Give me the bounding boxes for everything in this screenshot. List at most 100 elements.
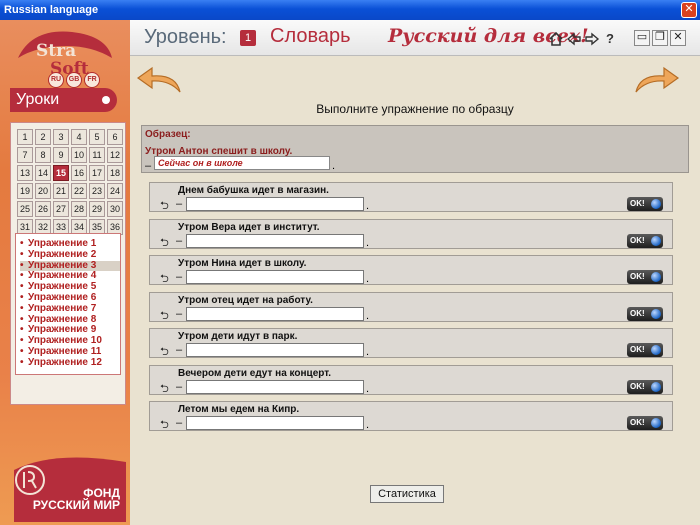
lesson-day-button[interactable]: 16: [71, 165, 87, 181]
lesson-day-button[interactable]: 17: [89, 165, 105, 181]
lesson-day-button[interactable]: 7: [17, 147, 33, 163]
exercise-row: Утром Вера идет в институт. ⮌ –. OK!: [149, 218, 673, 249]
exercise-row: Днем бабушка идет в магазин. ⮌ –. OK!: [149, 182, 673, 212]
ok-button[interactable]: OK!: [627, 379, 663, 394]
answer-input[interactable]: [186, 306, 364, 321]
exercise-row: Летом мы едем на Кипр. ⮌ –. OK!: [149, 401, 673, 431]
lesson-day-button[interactable]: 25: [17, 201, 33, 217]
undo-icon[interactable]: ⮌: [160, 380, 169, 399]
lessons-header[interactable]: Уроки: [10, 88, 117, 112]
lesson-day-button[interactable]: 22: [71, 183, 87, 199]
lang-fr-button[interactable]: FR: [84, 72, 100, 88]
answer-dash: –: [176, 198, 183, 210]
ok-ball-icon: [651, 308, 661, 319]
answer-input[interactable]: [186, 416, 364, 430]
lesson-day-button[interactable]: 21: [53, 183, 69, 199]
lesson-day-button[interactable]: 19: [17, 183, 33, 199]
answer-period: .: [366, 419, 370, 431]
exercise-question: Днем бабушка идет в магазин.: [178, 185, 329, 196]
section-title: Словарь: [270, 25, 351, 47]
lesson-day-button[interactable]: 30: [107, 201, 123, 217]
exercise-question: Утром дети идут в парк.: [178, 331, 298, 342]
exercise-list-item[interactable]: Упражнение 7: [20, 303, 120, 315]
lesson-day-button[interactable]: 8: [35, 147, 51, 163]
ok-button[interactable]: OK!: [627, 233, 663, 248]
home-icon[interactable]: [548, 31, 564, 47]
ok-label: OK!: [630, 272, 645, 281]
lesson-day-button[interactable]: 14: [35, 165, 51, 181]
undo-icon[interactable]: ⮌: [160, 197, 169, 216]
top-header: Уровень: 1 Словарь Русский для всех! ? ▭…: [130, 20, 700, 56]
answer-period: .: [366, 309, 370, 322]
answer-input[interactable]: [186, 343, 364, 357]
exercise-list-item[interactable]: Упражнение 2: [20, 249, 120, 261]
ok-label: OK!: [630, 381, 645, 391]
answer-input[interactable]: [186, 233, 364, 248]
exercise-question: Утром Вера идет в институт.: [178, 221, 320, 233]
ok-button[interactable]: OK!: [627, 343, 663, 357]
lesson-day-button[interactable]: 5: [89, 129, 105, 145]
restore-button[interactable]: ❐: [652, 30, 668, 46]
lesson-day-button[interactable]: 1: [17, 129, 33, 145]
level-number-badge: 1: [240, 30, 256, 46]
lesson-day-button[interactable]: 3: [53, 129, 69, 145]
lesson-day-button[interactable]: 4: [71, 129, 87, 145]
fond-text: ФОНД РУССКИЙ МИР: [20, 487, 120, 511]
answer-dash: –: [176, 234, 183, 247]
lesson-day-button[interactable]: 6: [107, 129, 123, 145]
answer-input[interactable]: [186, 197, 364, 211]
minimize-button[interactable]: ▭: [634, 30, 650, 46]
statistics-button[interactable]: Статистика: [370, 485, 444, 503]
undo-icon[interactable]: ⮌: [160, 270, 169, 289]
lesson-day-button[interactable]: 13: [17, 165, 33, 181]
lesson-day-button[interactable]: 27: [53, 201, 69, 217]
help-icon[interactable]: ?: [602, 31, 618, 47]
answer-input[interactable]: [186, 379, 364, 394]
lesson-day-button[interactable]: 10: [71, 147, 87, 163]
window-close-button[interactable]: ✕: [681, 2, 697, 18]
lesson-day-button[interactable]: 12: [107, 147, 123, 163]
undo-icon[interactable]: ⮌: [160, 234, 169, 253]
forward-icon[interactable]: [584, 31, 600, 47]
lesson-day-button[interactable]: 11: [89, 147, 105, 163]
lesson-day-button[interactable]: 24: [107, 183, 123, 199]
undo-icon[interactable]: ⮌: [160, 307, 169, 326]
exercise-list-item[interactable]: Упражнение 12: [20, 357, 120, 369]
lesson-day-button[interactable]: 20: [35, 183, 51, 199]
lesson-day-button[interactable]: 2: [35, 129, 51, 145]
previous-arrow-icon[interactable]: [136, 64, 182, 96]
lesson-day-button[interactable]: 28: [71, 201, 87, 217]
ok-label: OK!: [630, 235, 645, 245]
answer-dash: –: [176, 344, 183, 356]
ok-ball-icon: [651, 381, 661, 392]
ok-button[interactable]: OK!: [627, 197, 663, 211]
lang-ru-button[interactable]: RU: [48, 72, 64, 88]
answer-period: .: [366, 273, 370, 285]
lesson-day-button[interactable]: 29: [89, 201, 105, 217]
lang-gb-button[interactable]: GB: [66, 72, 82, 88]
ok-button[interactable]: OK!: [627, 270, 663, 284]
next-arrow-icon[interactable]: [634, 64, 680, 96]
ok-label: OK!: [630, 418, 645, 427]
lesson-day-button[interactable]: 18: [107, 165, 123, 181]
answer-dash: –: [176, 271, 183, 283]
lessons-label: Уроки: [16, 91, 60, 108]
ok-button[interactable]: OK!: [627, 306, 663, 321]
level-label: Уровень:: [144, 26, 227, 48]
header-close-button[interactable]: ✕: [670, 30, 686, 46]
lesson-day-button[interactable]: 9: [53, 147, 69, 163]
answer-dash: –: [176, 417, 183, 429]
lesson-day-button[interactable]: 26: [35, 201, 51, 217]
answer-input[interactable]: [186, 270, 364, 284]
undo-icon[interactable]: ⮌: [160, 343, 169, 362]
lesson-day-grid: 1 2 3 4 5 6 7 8 9 10 11 12 13 14 15 16 17 18 19 20 21 22 23 24 2…: [17, 129, 125, 235]
lesson-day-button[interactable]: 23: [89, 183, 105, 199]
sample-label: Образец:: [145, 129, 191, 140]
ok-button[interactable]: OK!: [627, 416, 663, 430]
fond-line-2: РУССКИЙ МИР: [32, 498, 120, 512]
ok-ball-icon: [651, 199, 661, 209]
undo-icon[interactable]: ⮌: [160, 416, 169, 435]
back-icon[interactable]: [566, 31, 582, 47]
lesson-day-button[interactable]: 15: [53, 165, 69, 181]
answer-period: .: [366, 382, 370, 395]
